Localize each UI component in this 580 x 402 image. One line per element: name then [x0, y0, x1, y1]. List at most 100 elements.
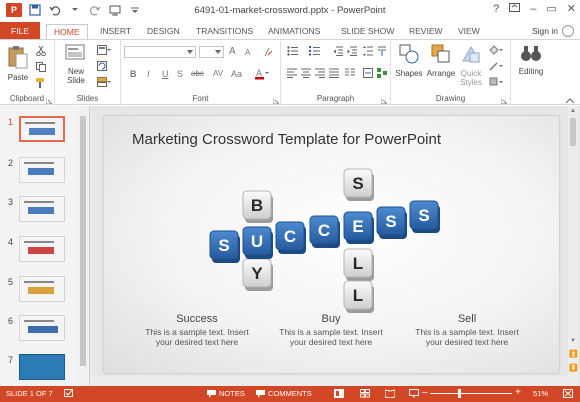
thumbnail-1[interactable]: 1 — [0, 114, 88, 146]
align-right-icon[interactable] — [315, 68, 325, 78]
editing-button[interactable]: Editing — [513, 43, 549, 76]
thumbnail-3[interactable]: 3 — [0, 194, 88, 226]
shape-fill-icon[interactable] — [489, 45, 503, 55]
tab-transitions[interactable]: TRANSITIONS — [196, 24, 253, 40]
quick-styles-button[interactable]: Quick Styles — [457, 43, 485, 87]
fit-slide-icon[interactable] — [563, 389, 573, 398]
tab-design[interactable]: DESIGN — [147, 24, 180, 40]
font-color-icon[interactable]: A — [255, 68, 269, 80]
tab-review[interactable]: REVIEW — [409, 24, 443, 40]
minimize-button[interactable]: – — [530, 3, 536, 15]
collapse-ribbon-icon[interactable] — [565, 96, 575, 104]
clipboard-launcher-icon[interactable] — [45, 96, 53, 105]
paragraph-launcher-icon[interactable] — [380, 96, 388, 105]
reading-view-icon[interactable] — [385, 389, 395, 398]
increase-indent-icon[interactable] — [347, 46, 357, 56]
align-left-icon[interactable] — [287, 68, 297, 78]
slide-sorter-icon[interactable] — [360, 389, 370, 398]
success-heading[interactable]: Success — [132, 313, 262, 325]
thumbnail-scrollbar[interactable] — [78, 106, 88, 386]
buy-heading[interactable]: Buy — [266, 313, 396, 325]
tab-home[interactable]: HOME — [46, 24, 88, 40]
font-size-combo[interactable] — [199, 46, 224, 58]
zoom-slider[interactable] — [430, 393, 512, 394]
reset-slide-icon[interactable] — [97, 61, 107, 71]
new-slide-button[interactable]: New Slide — [61, 43, 91, 85]
thumbnail-5[interactable]: 5 — [0, 274, 88, 306]
shape-outline-icon[interactable] — [489, 61, 503, 71]
character-spacing-button[interactable]: AV — [213, 69, 223, 78]
horizontal-scrollbar[interactable] — [90, 376, 568, 386]
ribbon-display-icon[interactable] — [509, 2, 521, 15]
format-painter-icon[interactable] — [36, 78, 46, 88]
align-text-icon[interactable] — [363, 68, 373, 78]
bullets-icon[interactable] — [287, 46, 303, 56]
sell-heading[interactable]: Sell — [402, 313, 532, 325]
zoom-in-button[interactable]: + — [515, 387, 521, 398]
thumbnail-6[interactable]: 6 — [0, 313, 88, 345]
font-launcher-icon[interactable] — [272, 96, 280, 105]
sell-text-2[interactable]: your desired text here — [402, 337, 532, 347]
change-case-button[interactable]: Aa — [231, 69, 242, 79]
slide-scroll-thumb[interactable] — [570, 118, 576, 146]
slide-canvas[interactable]: Marketing Crossword Template for PowerPo… — [104, 116, 559, 373]
thumbnail-7[interactable]: 7 — [0, 352, 88, 384]
user-avatar-icon[interactable] — [562, 25, 574, 37]
zoom-out-button[interactable]: – — [422, 387, 428, 398]
previous-slide-icon[interactable]: ⏫ — [569, 350, 578, 358]
tab-view[interactable]: VIEW — [458, 24, 480, 40]
tab-insert[interactable]: INSERT — [100, 24, 131, 40]
shapes-button[interactable]: Shapes — [393, 43, 425, 78]
shape-effects-icon[interactable] — [489, 77, 503, 87]
italic-button[interactable]: I — [147, 69, 150, 79]
shadow-button[interactable]: S — [177, 69, 183, 79]
close-button[interactable]: ✕ — [567, 2, 576, 15]
comments-button[interactable]: COMMENTS — [256, 389, 312, 398]
copy-icon[interactable] — [36, 62, 46, 72]
clear-formatting-icon[interactable] — [263, 47, 273, 57]
paste-button[interactable]: Paste — [4, 45, 32, 82]
notes-button[interactable]: NOTES — [207, 389, 245, 398]
text-direction-icon[interactable] — [377, 46, 387, 56]
next-slide-icon[interactable]: ⏬ — [569, 364, 578, 372]
shrink-font-button[interactable]: A — [245, 48, 250, 57]
smartart-icon[interactable] — [377, 68, 387, 78]
sell-text-1[interactable]: This is a sample text. Insert — [402, 327, 532, 337]
numbering-icon[interactable] — [309, 46, 325, 56]
strikethrough-button[interactable]: abc — [191, 69, 204, 78]
cut-icon[interactable] — [36, 45, 46, 57]
decrease-indent-icon[interactable] — [333, 46, 343, 56]
help-icon[interactable]: ? — [493, 3, 499, 15]
line-spacing-icon[interactable] — [363, 46, 373, 56]
success-text-1[interactable]: This is a sample text. Insert — [132, 327, 262, 337]
slide-scrollbar[interactable]: ▲ ▼ ⏫ ⏬ — [568, 106, 578, 386]
success-text-2[interactable]: your desired text here — [132, 337, 262, 347]
tab-slide-show[interactable]: SLIDE SHOW — [341, 24, 394, 40]
align-center-icon[interactable] — [301, 68, 311, 78]
normal-view-icon[interactable] — [334, 389, 344, 398]
font-family-combo[interactable] — [124, 46, 196, 58]
justify-icon[interactable] — [329, 68, 339, 78]
thumbnail-2[interactable]: 2 — [0, 155, 88, 187]
bold-button[interactable]: B — [130, 69, 137, 79]
buy-text-2[interactable]: your desired text here — [266, 337, 396, 347]
tab-file[interactable]: FILE — [0, 22, 40, 40]
slideshow-view-icon[interactable] — [409, 389, 419, 398]
scroll-down-icon[interactable]: ▼ — [570, 338, 576, 344]
zoom-level[interactable]: 51% — [533, 389, 548, 398]
arrange-button[interactable]: Arrange — [425, 43, 457, 78]
sign-in-link[interactable]: Sign in — [532, 26, 558, 36]
thumbnail-4[interactable]: 4 — [0, 234, 88, 266]
buy-text-1[interactable]: This is a sample text. Insert — [266, 327, 396, 337]
tab-animations[interactable]: ANIMATIONS — [268, 24, 320, 40]
section-icon[interactable] — [97, 77, 111, 87]
drawing-launcher-icon[interactable] — [500, 96, 508, 105]
restore-button[interactable]: ▭ — [546, 2, 556, 15]
thumbnail-scroll-thumb[interactable] — [80, 116, 86, 366]
underline-button[interactable]: U — [162, 69, 169, 79]
scroll-up-icon[interactable]: ▲ — [570, 108, 576, 114]
spellcheck-icon[interactable] — [64, 389, 74, 398]
layout-icon[interactable] — [97, 45, 111, 55]
grow-font-button[interactable]: A — [229, 46, 236, 57]
columns-icon[interactable] — [345, 68, 355, 78]
